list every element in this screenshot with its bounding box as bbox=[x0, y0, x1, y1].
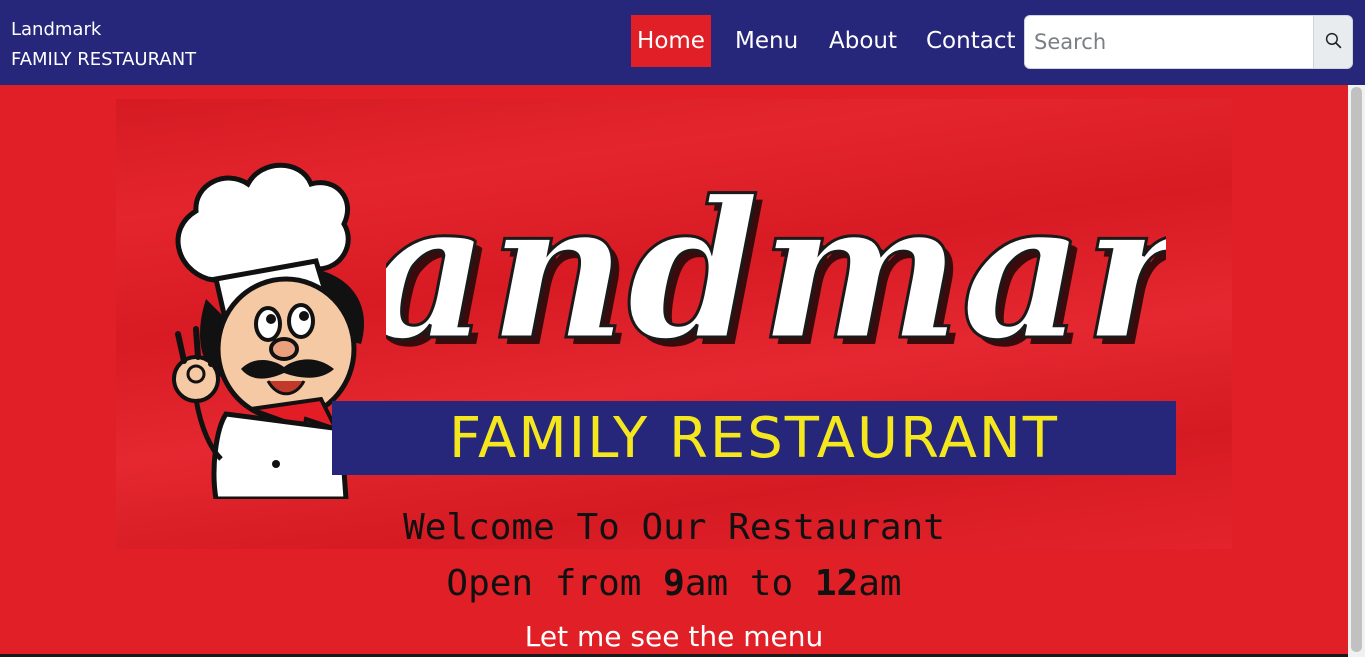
brand-name: Landmark bbox=[11, 19, 102, 40]
nav-link-about[interactable]: About bbox=[829, 15, 897, 67]
opening-start-unit: am to bbox=[684, 563, 815, 604]
logo-subtitle-bar: FAMILY RESTAURANT bbox=[332, 401, 1176, 475]
welcome-heading: Welcome To Our Restaurant bbox=[403, 507, 945, 548]
search-input[interactable] bbox=[1024, 15, 1314, 69]
search-icon bbox=[1325, 32, 1342, 53]
vertical-scrollbar[interactable] bbox=[1348, 85, 1365, 657]
opening-start-number: 9 bbox=[663, 563, 685, 604]
nav-link-menu[interactable]: Menu bbox=[735, 15, 798, 67]
opening-hours-prefix: Open from bbox=[446, 563, 664, 604]
nav-link-home[interactable]: Home bbox=[631, 15, 711, 67]
see-menu-link[interactable]: Let me see the menu bbox=[0, 620, 1348, 653]
brand-tagline: FAMILY RESTAURANT bbox=[11, 49, 197, 70]
navbar: Landmark FAMILY RESTAURANT Home Menu Abo… bbox=[0, 0, 1365, 85]
logo-title: Landmark bbox=[386, 159, 1166, 382]
logo-wordmark: Landmark Landmark bbox=[386, 159, 1166, 389]
scrollbar-thumb[interactable] bbox=[1351, 87, 1362, 652]
logo-subtitle: FAMILY RESTAURANT bbox=[448, 405, 1060, 471]
opening-hours: Open from 9am to 12am bbox=[0, 563, 1348, 604]
nav-link-contact[interactable]: Contact bbox=[926, 15, 1015, 67]
opening-end-unit: am bbox=[858, 563, 902, 604]
brand[interactable]: Landmark FAMILY RESTAURANT bbox=[11, 15, 196, 75]
search-button[interactable] bbox=[1313, 15, 1353, 69]
banner-image: Landmark Landmark FAMILY RESTAURANT bbox=[116, 99, 1232, 549]
opening-end-number: 12 bbox=[814, 563, 859, 604]
search-form bbox=[1024, 15, 1353, 69]
